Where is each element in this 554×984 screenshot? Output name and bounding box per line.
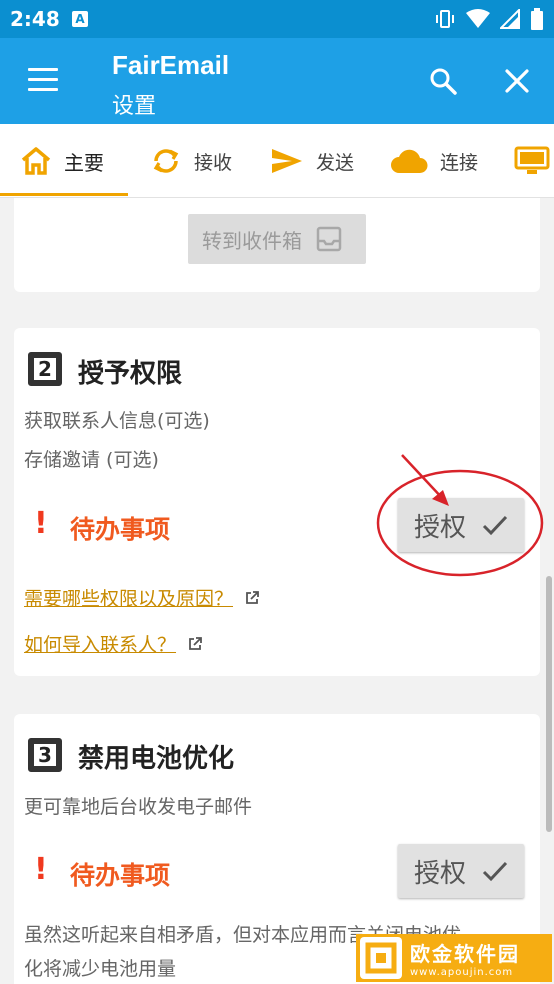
annotation-overlay <box>376 454 544 577</box>
annotation-arrow-line <box>401 454 445 501</box>
annotation-arrow-head <box>432 490 449 506</box>
watermark-cn: 欧金软件园 <box>410 942 520 966</box>
watermark: 欧金软件园 www.apoujin.com <box>356 934 552 982</box>
watermark-en: www.apoujin.com <box>410 967 514 978</box>
annotation-circle <box>376 469 544 577</box>
watermark-logo <box>360 937 402 979</box>
